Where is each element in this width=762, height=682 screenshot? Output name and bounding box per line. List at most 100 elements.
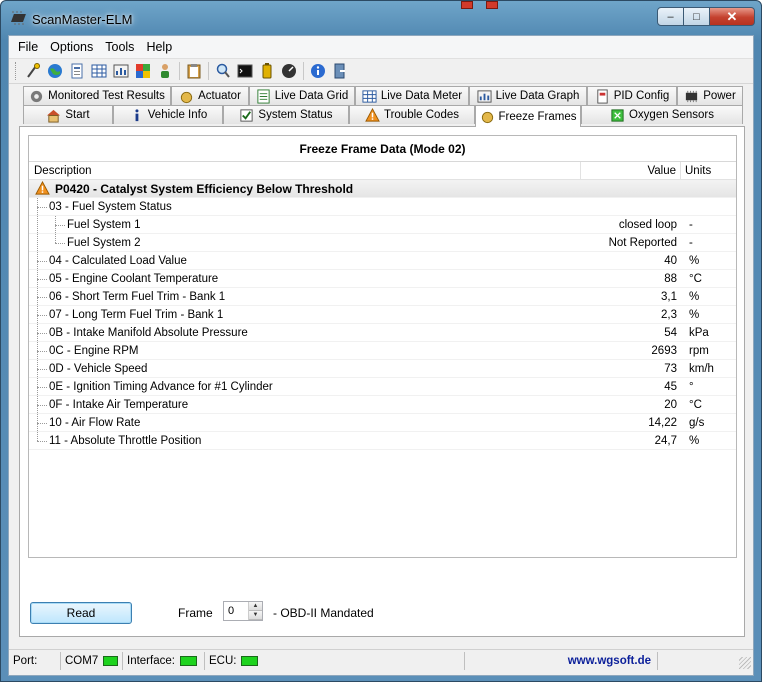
close-button[interactable]: ✕ (710, 7, 755, 26)
port-value-cell: COM7 (61, 651, 123, 670)
menu-options[interactable]: Options (44, 37, 99, 57)
tree-connector (37, 279, 47, 280)
table-row[interactable]: 11 - Absolute Throttle Position 24,7% (29, 432, 736, 450)
row-description: 04 - Calculated Load Value (29, 252, 581, 269)
resize-grip[interactable] (739, 657, 751, 669)
website-link[interactable]: www.wgsoft.de (568, 655, 651, 667)
port-label-cell: Port: (9, 651, 61, 670)
table-row[interactable]: 04 - Calculated Load Value 40% (29, 252, 736, 270)
hand-icon (180, 91, 193, 103)
title-bar[interactable]: ScanMaster-ELM – □ ✕ (1, 1, 761, 35)
table-row[interactable]: 0B - Intake Manifold Absolute Pressure 54… (29, 324, 736, 342)
spin-down-icon[interactable]: ▼ (249, 611, 262, 620)
tab-monitored-test-results[interactable]: Monitored Test Results (23, 86, 171, 105)
menu-tools[interactable]: Tools (99, 37, 140, 57)
row-description: 0C - Engine RPM (29, 342, 581, 359)
tab-pid-config[interactable]: PID Config (587, 86, 677, 105)
search-icon[interactable] (212, 60, 234, 82)
sub-row[interactable]: Fuel System 1 closed loop - (29, 216, 736, 234)
clipboard-icon[interactable] (183, 60, 205, 82)
gauge-icon[interactable] (278, 60, 300, 82)
table-row[interactable]: 05 - Engine Coolant Temperature 88 °C (29, 270, 736, 288)
row-description: 0B - Intake Manifold Absolute Pressure (29, 324, 581, 341)
tab-live-data-meter[interactable]: Live Data Meter (355, 86, 469, 105)
port-led (103, 655, 118, 666)
tab-label: Live Data Meter (380, 90, 463, 102)
toolbar-separator (179, 62, 180, 80)
tab-label: Freeze Frames (498, 110, 577, 123)
tab-power[interactable]: Power (677, 86, 743, 105)
chip-icon (10, 11, 26, 25)
tab-actuator[interactable]: Actuator (171, 86, 249, 105)
tab-start[interactable]: Start (23, 105, 113, 124)
toolbar-separator (303, 62, 304, 80)
red-marker-icon (486, 1, 498, 9)
maximize-button[interactable]: □ (684, 7, 710, 26)
globe-icon[interactable] (44, 60, 66, 82)
hand-icon (481, 111, 493, 124)
table-row[interactable]: 06 - Short Term Fuel Trim - Bank 1 3,1% (29, 288, 736, 306)
meter-icon[interactable] (110, 60, 132, 82)
tab-freeze-frames[interactable]: Freeze Frames (475, 105, 581, 127)
toolbar-grip[interactable] (15, 62, 18, 80)
sub-row[interactable]: Fuel System 2 Not Reported - (29, 234, 736, 252)
row-unit: km/h (689, 363, 714, 375)
grid-rows: P0420 - Catalyst System Efficiency Below… (29, 180, 736, 450)
row-description: 0D - Vehicle Speed (29, 360, 581, 377)
column-header-units[interactable]: Units (681, 162, 736, 179)
table-row[interactable]: 0D - Vehicle Speed 73 km/h (29, 360, 736, 378)
sensor-icon (611, 108, 624, 122)
tab-trouble-codes[interactable]: Trouble Codes (349, 105, 475, 124)
dtc-row[interactable]: P0420 - Catalyst System Efficiency Below… (29, 180, 736, 198)
freeze-frame-grid: Freeze Frame Data (Mode 02) Description … (28, 135, 737, 558)
row-unit (681, 180, 736, 197)
row-label: Fuel System 2 (67, 237, 141, 249)
column-header-description[interactable]: Description (29, 162, 581, 179)
tab-label: Start (65, 109, 90, 121)
menu-file[interactable]: File (12, 37, 44, 57)
row-description: 07 - Long Term Fuel Trim - Bank 1 (29, 306, 581, 323)
minimize-button[interactable]: – (657, 7, 684, 26)
table-row[interactable]: 0C - Engine RPM 2693 rpm (29, 342, 736, 360)
row-label: 03 - Fuel System Status (49, 201, 172, 213)
port-label: Port: (13, 654, 38, 667)
row-value (581, 198, 681, 215)
row-value: 24,7 (654, 435, 677, 447)
row-value: 3,1 (661, 291, 677, 303)
menu-help[interactable]: Help (140, 37, 178, 57)
row-label: 0F - Intake Air Temperature (49, 399, 189, 411)
report-icon[interactable] (66, 60, 88, 82)
info-icon[interactable] (307, 60, 329, 82)
tab-vehicle-info[interactable]: Vehicle Info (113, 105, 223, 124)
connect-icon[interactable] (22, 60, 44, 82)
tab-system-status[interactable]: System Status (223, 105, 349, 124)
table-row[interactable]: 0F - Intake Air Temperature 20 °C (29, 396, 736, 414)
interface-label: Interface: (127, 654, 175, 667)
table-row[interactable]: 10 - Air Flow Rate 14,22 g/s (29, 414, 736, 432)
battery-icon[interactable] (256, 60, 278, 82)
table-row[interactable]: 03 - Fuel System Status (29, 198, 736, 216)
row-label: 07 - Long Term Fuel Trim - Bank 1 (49, 309, 224, 321)
terminal-icon[interactable] (234, 60, 256, 82)
port-value: COM7 (65, 654, 99, 667)
person-icon[interactable] (154, 60, 176, 82)
spin-up-icon[interactable]: ▲ (249, 602, 262, 611)
row-label: Fuel System 1 (67, 219, 141, 231)
row-value: 2693 (651, 345, 677, 357)
chart-icon[interactable] (132, 60, 154, 82)
table-icon[interactable] (88, 60, 110, 82)
row-label: 0D - Vehicle Speed (49, 363, 148, 375)
column-header-value[interactable]: Value (581, 162, 681, 179)
row-value: 14,22 (648, 417, 677, 429)
table-row[interactable]: 07 - Long Term Fuel Trim - Bank 1 2,3% (29, 306, 736, 324)
tab-label: Live Data Graph (495, 90, 580, 102)
tab-live-data-grid[interactable]: Live Data Grid (249, 86, 355, 105)
read-button[interactable]: Read (30, 602, 132, 624)
frame-spinner[interactable]: ▲ ▼ (248, 602, 262, 620)
tab-live-data-graph[interactable]: Live Data Graph (469, 86, 587, 105)
row-label: 10 - Air Flow Rate (49, 417, 141, 429)
dtc-cell: P0420 - Catalyst System Efficiency Below… (29, 180, 581, 197)
exit-icon[interactable] (329, 60, 351, 82)
tab-oxygen-sensors[interactable]: Oxygen Sensors (581, 105, 743, 124)
table-row[interactable]: 0E - Ignition Timing Advance for #1 Cyli… (29, 378, 736, 396)
